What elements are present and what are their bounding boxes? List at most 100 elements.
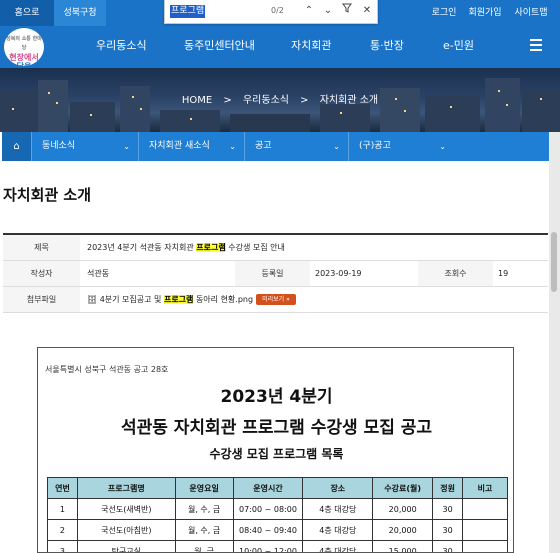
post-title: 2023년 4분기 석관동 자치회관 프로그램 수강생 모집 안내 <box>87 235 285 260</box>
breadcrumb-home[interactable]: HOME <box>182 95 212 106</box>
views-label: 조회수 <box>418 261 493 286</box>
table-cell: 20,000 <box>372 519 434 541</box>
scrollbar-thumb[interactable] <box>551 232 557 292</box>
main-navigation: 성북의 소통 한마당 현장에서 답을 우리동소식 동주민센터안내 자치회관 통·… <box>0 26 560 71</box>
home-icon[interactable]: ⌂ <box>2 132 31 161</box>
subnav-label: 자치회관 새소식 <box>149 141 210 151</box>
table-cell: 국선도(아침반) <box>76 519 176 541</box>
table-cell: 08:40 ~ 09:40 <box>232 519 304 541</box>
date-value: 2023-09-19 <box>315 269 362 278</box>
site-logo[interactable]: 성북의 소통 한마당 현장에서 답을 <box>4 28 44 71</box>
gu-office-link[interactable]: 성북구청 <box>54 0 106 26</box>
hamburger-menu-icon[interactable] <box>530 39 542 53</box>
attachment-row: 첨부파일 🗄 4분기 모집공고 및 프로그램 동아리 현황.png 미리보기 » <box>3 287 548 313</box>
subnav-label: 공고 <box>255 141 272 151</box>
table-cell: 4층 대강당 <box>302 519 374 541</box>
table-header-row: 연번 프로그램명 운영요일 운영시간 장소 수강료(월) 정원 비고 <box>47 477 508 499</box>
home-link[interactable]: 홈으로 <box>0 0 54 26</box>
table-cell: 월, 수, 금 <box>174 519 234 541</box>
chevron-down-icon[interactable]: ⌄ <box>320 3 336 19</box>
nav-item-tong-ban[interactable]: 통·반장 <box>370 26 404 68</box>
table-row: 1 국선도(새벽반) 월, 수, 금 07:00 ~ 08:00 4층 대강당 … <box>47 498 508 520</box>
notice-subheading: 수강생 모집 프로그램 목록 <box>209 447 344 461</box>
breadcrumb-current: 자치회관 소개 <box>319 95 379 106</box>
search-highlight: 프로그램 <box>196 243 226 252</box>
chevron-down-icon: ⌄ <box>123 142 130 151</box>
nav-item-news[interactable]: 우리동소식 <box>96 26 147 68</box>
table-row: 2 국선도(아침반) 월, 수, 금 08:40 ~ 09:40 4층 대강당 … <box>47 519 508 541</box>
table-header: 운영시간 <box>232 477 304 499</box>
post-info-table: 제목 2023년 4분기 석관동 자치회관 프로그램 수강생 모집 안내 작성자… <box>3 233 548 313</box>
table-header: 운영요일 <box>174 477 234 499</box>
breadcrumb-news[interactable]: 우리동소식 <box>243 95 289 106</box>
logo-tagline: 성북의 소통 한마당 <box>6 36 42 51</box>
scrollbar[interactable] <box>549 132 560 553</box>
table-cell: 월, 금 <box>174 540 234 552</box>
subnav-dropdown-old-notice[interactable]: (구)공고 ⌄ <box>348 132 454 161</box>
notice-heading-2: 석관동 자치회관 프로그램 수강생 모집 공고 <box>120 418 433 438</box>
table-header: 정원 <box>432 477 464 499</box>
find-match-count: 0/2 <box>271 6 284 15</box>
notice-number: 서울특별시 성북구 석관동 공고 28호 <box>45 365 169 374</box>
sitemap-link[interactable]: 사이트맵 <box>507 0 555 26</box>
subnav-label: 동네소식 <box>42 141 76 151</box>
post-title-row: 제목 2023년 4분기 석관동 자치회관 프로그램 수강생 모집 안내 <box>3 235 548 261</box>
table-cell: 월, 수, 금 <box>174 498 234 520</box>
preview-button-label: 미리보기 <box>262 296 285 303</box>
breadcrumb: HOME > 우리동소식 > 자치회관 소개 <box>0 68 560 132</box>
attachment-name[interactable]: 동아리 현황.png <box>193 295 253 304</box>
attachment-label: 첨부파일 <box>3 287 80 312</box>
find-query-input[interactable]: 프로그램 <box>170 5 206 18</box>
chevron-down-icon: ⌄ <box>229 142 236 151</box>
nav-item-center-info[interactable]: 동주민센터안내 <box>184 26 255 68</box>
breadcrumb-separator: > <box>300 95 309 106</box>
subnav-dropdown-notice[interactable]: 공고 ⌄ <box>244 132 348 161</box>
logo-text-line-1: 현장에서 <box>9 53 39 62</box>
notice-document-image: 서울특별시 성북구 석관동 공고 28호 2023년 4분기 석관동 자치회관 … <box>37 347 514 553</box>
table-header: 수강료(월) <box>372 477 434 499</box>
post-title-label: 제목 <box>3 235 80 260</box>
post-title-text: 수강생 모집 안내 <box>225 243 285 252</box>
nav-item-e-civil[interactable]: e-민원 <box>443 26 474 68</box>
preview-button[interactable]: 미리보기 » <box>256 294 296 305</box>
table-cell: 20,000 <box>372 498 434 520</box>
login-link[interactable]: 로그인 <box>425 0 463 26</box>
table-cell: 30 <box>432 519 464 541</box>
table-cell: 10:00 ~ 12:00 <box>232 540 304 552</box>
sub-navigation: ⌂ 동네소식 ⌄ 자치회관 새소식 ⌄ 공고 ⌄ (구)공고 ⌄ <box>2 132 550 161</box>
attachment-file[interactable]: 🗄 4분기 모집공고 및 프로그램 동아리 현황.png 미리보기 » <box>87 287 296 312</box>
post-meta-row: 작성자 석관동 등록일 2023-09-19 조회수 19 <box>3 261 548 287</box>
table-header: 비고 <box>462 477 508 499</box>
search-highlight: 프로그램 <box>163 295 194 304</box>
notice-heading-1: 2023년 4분기 <box>220 387 333 407</box>
hero-banner: HOME > 우리동소식 > 자치회관 소개 <box>0 68 560 132</box>
find-in-page-bar: 프로그램 0/2 ⌃ ⌄ ✕ <box>164 0 378 24</box>
subnav-dropdown-self-gov-news[interactable]: 자치회관 새소식 ⌄ <box>138 132 244 161</box>
nav-item-self-governing[interactable]: 자치회관 <box>291 26 331 68</box>
table-cell: 30 <box>432 540 464 552</box>
table-cell: 탁구교실 <box>76 540 176 552</box>
chevron-down-icon: ⌄ <box>439 142 446 151</box>
views-value: 19 <box>498 269 509 278</box>
post-title-text: 2023년 4분기 석관동 자치회관 <box>87 243 197 252</box>
filter-icon[interactable] <box>339 3 355 19</box>
attachment-name[interactable]: 4분기 모집공고 및 <box>100 295 164 304</box>
signup-link[interactable]: 회원가입 <box>463 0 507 26</box>
close-icon[interactable]: ✕ <box>359 3 375 19</box>
table-cell: 15,000 <box>372 540 434 552</box>
table-cell: 2 <box>47 519 78 541</box>
chevron-up-icon[interactable]: ⌃ <box>301 3 317 19</box>
file-icon: 🗄 <box>87 295 98 304</box>
chevron-down-icon: ⌄ <box>333 142 340 151</box>
page-title: 자치회관 소개 <box>3 186 92 204</box>
table-cell <box>462 519 508 541</box>
author-label: 작성자 <box>3 261 80 286</box>
table-cell: 07:00 ~ 08:00 <box>232 498 304 520</box>
subnav-label: (구)공고 <box>359 141 391 151</box>
subnav-dropdown-news[interactable]: 동네소식 ⌄ <box>31 132 138 161</box>
table-cell <box>462 540 508 552</box>
table-cell: 4층 대강당 <box>302 540 374 552</box>
table-cell: 1 <box>47 498 78 520</box>
author-value: 석관동 <box>87 269 110 278</box>
table-header: 연번 <box>47 477 78 499</box>
